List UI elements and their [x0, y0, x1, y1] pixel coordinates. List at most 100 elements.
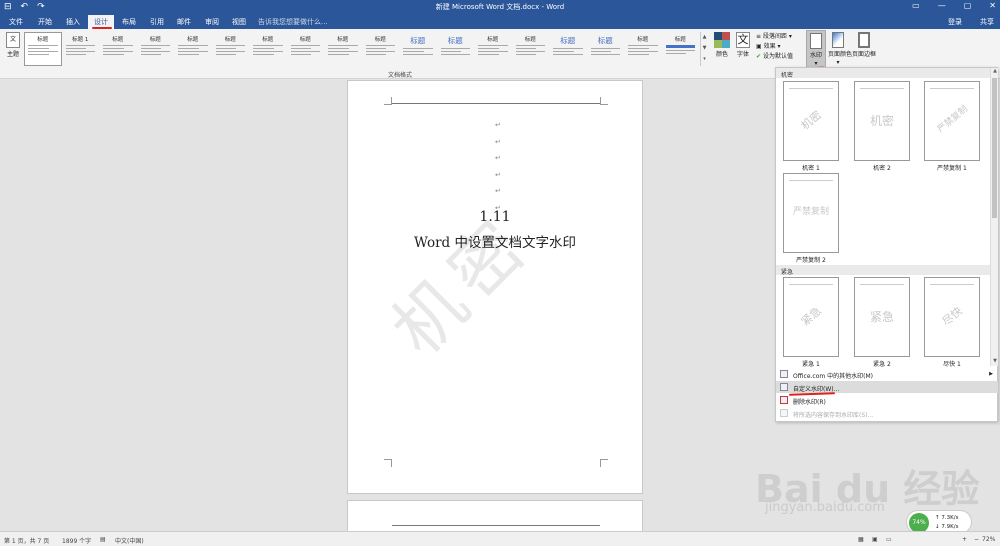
tab-references[interactable]: 引用 [150, 17, 164, 27]
window-title: 新建 Microsoft Word 文档.docx - Word [435, 3, 565, 11]
watermark-option-do-not-copy-2[interactable]: 严禁复制 严禁复制 2 [782, 173, 840, 264]
watermark-button[interactable]: 水印 ▾ [806, 30, 826, 68]
watermark-preview-text: 紧急 [869, 310, 894, 324]
tab-mailings[interactable]: 邮件 [177, 17, 191, 27]
watermark-option-label: 机密 1 [802, 165, 820, 172]
scroll-up-icon[interactable]: ▲ [991, 68, 999, 74]
style-set-item[interactable]: 标题 [99, 32, 137, 66]
watermark-preview-text: 机密 [798, 108, 824, 133]
zoom-out-button[interactable]: − [974, 536, 979, 543]
tab-review[interactable]: 审阅 [205, 17, 219, 27]
watermark-option-confidential-2[interactable]: 机密 机密 2 [853, 81, 911, 172]
crop-mark [600, 97, 608, 105]
style-set-title: 标题 [447, 36, 463, 45]
read-mode-icon[interactable]: ▦ [858, 536, 864, 543]
gallery-down-icon[interactable]: ▼ [701, 43, 708, 54]
style-set-item[interactable]: 标题 [24, 32, 62, 66]
style-set-item[interactable]: 标题 [362, 32, 400, 66]
style-set-title: 标题 [597, 36, 613, 45]
paragraph-marks: ↵ ↵ ↵ ↵ ↵ ↵ [495, 117, 501, 216]
set-default-button[interactable]: ✔ 设为默认值 [756, 52, 793, 62]
style-set-item[interactable]: 标题 [287, 32, 325, 66]
style-set-item[interactable]: 标题 [624, 32, 662, 66]
zoom-level[interactable]: 72% [982, 536, 995, 543]
style-set-item[interactable]: 标题 [137, 32, 175, 66]
office-icon [780, 370, 788, 378]
watermark-option-urgent-1[interactable]: 紧急 紧急 1 [782, 277, 840, 368]
style-set-item[interactable]: 标题 [662, 32, 700, 66]
maximize-icon[interactable]: ▢ [964, 1, 972, 10]
page-color-icon [832, 32, 844, 48]
tab-insert[interactable]: 插入 [66, 17, 80, 27]
style-set-title: 标题 [674, 37, 686, 43]
style-set-item[interactable]: 标题 [512, 32, 550, 66]
watermark-option-do-not-copy-1[interactable]: 严禁复制 严禁复制 1 [923, 81, 981, 172]
watermark-option-confidential-1[interactable]: 机密 机密 1 [782, 81, 840, 172]
print-layout-icon[interactable]: ▣ [872, 536, 878, 543]
style-set-item[interactable]: 标题 [249, 32, 287, 66]
style-set-item[interactable]: 标题 [437, 32, 475, 66]
scroll-down-icon[interactable]: ▼ [991, 358, 999, 364]
tab-file[interactable]: 文件 [9, 17, 23, 27]
document-page[interactable]: ↵ ↵ ↵ ↵ ↵ ↵ 机密 1.11 Word 中设置文档文字水印 [347, 80, 643, 494]
tab-layout[interactable]: 布局 [122, 17, 136, 27]
tell-me-search[interactable]: 告诉我您想要做什么... [258, 17, 328, 27]
custom-watermark-menu-item[interactable]: 自定义水印(W)... [776, 381, 998, 393]
colors-button[interactable]: 颜色 [713, 32, 731, 58]
page-color-label: 页面颜色 [828, 51, 853, 58]
style-set-item[interactable]: 标题 [587, 32, 625, 66]
minimize-icon[interactable]: — [938, 1, 946, 10]
gallery-more-icon[interactable]: ▾ [701, 54, 708, 65]
proofing-icon[interactable]: ▤ [100, 536, 106, 543]
remove-watermark-icon [780, 396, 788, 404]
style-set-item[interactable]: 标题 [324, 32, 362, 66]
style-set-title: 标题 [224, 37, 236, 43]
web-layout-icon[interactable]: ▭ [886, 536, 892, 543]
style-set-title: 标题 [187, 37, 199, 43]
themes-icon: 文 [6, 32, 20, 48]
colors-icon [714, 32, 730, 48]
heading-number[interactable]: 1.11 [348, 209, 642, 225]
page-count[interactable]: 第 1 页，共 7 页 [4, 536, 49, 545]
effects-button[interactable]: ▣ 效果 ▾ [756, 42, 793, 52]
more-watermarks-office-menu-item[interactable]: Office.com 中的其他水印(M) ▶ [776, 368, 998, 380]
memory-percent-badge: 74% [909, 513, 929, 533]
heading-text[interactable]: Word 中设置文档文字水印 [348, 231, 642, 251]
scrollbar-thumb[interactable] [992, 78, 997, 218]
share-button[interactable]: 共享 [980, 17, 994, 27]
fonts-button[interactable]: 文 字体 [735, 32, 751, 58]
gallery-up-icon[interactable]: ▲ [701, 32, 708, 43]
page-color-button[interactable]: 页面颜色 ▾ [828, 30, 853, 68]
tab-home[interactable]: 开始 [38, 17, 52, 27]
word-count[interactable]: 1899 个字 [62, 536, 91, 545]
paragraph-spacing-label: 段落间距 [762, 33, 787, 40]
paragraph-spacing-button[interactable]: ≡ 段落间距 ▾ [756, 32, 793, 42]
close-icon[interactable]: ✕ [989, 1, 996, 10]
watermark-preview-text: 紧急 [798, 304, 824, 329]
page-background-group: 水印 ▾ 页面颜色 ▾ 页面边框 [806, 30, 878, 68]
style-set-item[interactable]: 标题 [212, 32, 250, 66]
themes-label: 主题 [6, 51, 19, 58]
page-borders-button[interactable]: 页面边框 [850, 30, 878, 68]
watermark-option-urgent-2[interactable]: 紧急 紧急 2 [853, 277, 911, 368]
style-set-item[interactable]: 标题 [474, 32, 512, 66]
status-bar: 第 1 页，共 7 页 1899 个字 ▤ 中文(中国) ▦ ▣ ▭ − + 7… [0, 531, 1000, 546]
watermark-gallery-scrollbar[interactable]: ▲ ▼ [990, 68, 998, 366]
window-controls: ▭ — ▢ ✕ [912, 1, 996, 10]
themes-button[interactable]: 文 主题 [4, 32, 22, 58]
sign-in-link[interactable]: 登录 [948, 17, 962, 27]
crop-mark [384, 97, 392, 105]
remove-watermark-menu-item[interactable]: 删除水印(R) [776, 394, 998, 406]
watermark-option-asap-1[interactable]: 尽快 尽快 1 [923, 277, 981, 368]
style-set-item[interactable]: 标题 [399, 32, 437, 66]
zoom-in-button[interactable]: + [962, 536, 967, 543]
watermark-option-label: 严禁复制 2 [796, 257, 826, 264]
menu-item-label: 将所选内容保存到水印库(S)... [793, 412, 874, 419]
ribbon-display-options-icon[interactable]: ▭ [912, 1, 920, 10]
style-set-item[interactable]: 标题 [549, 32, 587, 66]
style-set-item[interactable]: 标题 [174, 32, 212, 66]
gallery-scrollbar[interactable]: ▲ ▼ ▾ [700, 32, 708, 66]
language-indicator[interactable]: 中文(中国) [115, 536, 144, 545]
style-set-item[interactable]: 标题 1 [62, 32, 100, 66]
tab-view[interactable]: 视图 [232, 17, 246, 27]
